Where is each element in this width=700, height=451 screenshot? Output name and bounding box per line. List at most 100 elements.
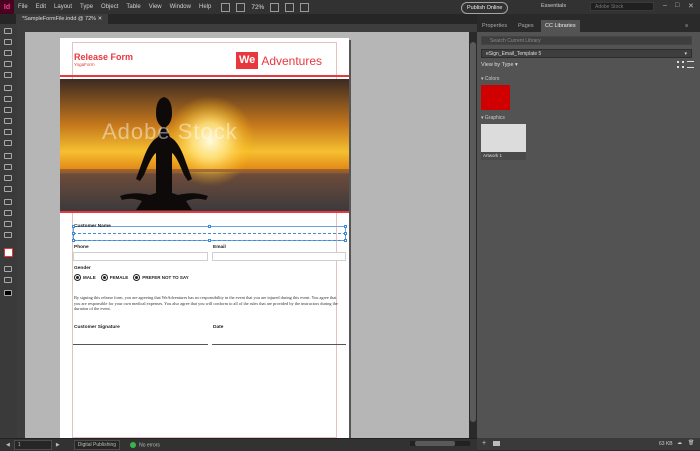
type-tool-icon[interactable] bbox=[4, 85, 12, 91]
horizontal-scrollbar[interactable] bbox=[410, 441, 470, 446]
rectangle-tool-icon[interactable] bbox=[4, 140, 12, 146]
eyedropper-tool-icon[interactable] bbox=[4, 210, 12, 216]
fill-stroke-icon[interactable] bbox=[4, 248, 13, 257]
page-number-field[interactable]: 1 bbox=[13, 440, 52, 450]
document-page[interactable]: Release Form YogaForm We Adventures Adob… bbox=[60, 38, 349, 440]
customer-name-label[interactable]: Customer Name bbox=[74, 224, 111, 229]
close-tab-icon[interactable]: ✕ bbox=[98, 16, 103, 22]
selection-handle[interactable] bbox=[72, 232, 75, 235]
preflight-status[interactable]: No errors bbox=[130, 441, 160, 448]
selection-handle[interactable] bbox=[72, 239, 75, 242]
trash-icon[interactable]: 🗑 bbox=[688, 440, 694, 446]
gender-label[interactable]: Gender bbox=[74, 266, 91, 271]
list-view-icon[interactable] bbox=[687, 61, 694, 68]
menu-file[interactable]: File bbox=[14, 4, 32, 10]
menu-help[interactable]: Help bbox=[195, 4, 215, 10]
next-page-icon[interactable]: ▶ bbox=[56, 442, 60, 448]
hand-tool-icon[interactable] bbox=[4, 221, 12, 227]
arrange-documents-icon[interactable] bbox=[300, 2, 310, 12]
selection-handle[interactable] bbox=[344, 232, 347, 235]
grid-view-icon[interactable] bbox=[677, 61, 684, 68]
content-collector-icon[interactable] bbox=[4, 72, 12, 78]
tab-cc-libraries[interactable]: CC Libraries bbox=[541, 20, 580, 32]
menu-type[interactable]: Type bbox=[76, 4, 97, 10]
hero-image[interactable]: Adobe Stock bbox=[60, 79, 349, 211]
add-content-icon[interactable]: + bbox=[482, 440, 486, 447]
workspace-switcher[interactable]: Essentials bbox=[541, 3, 566, 9]
scissors-tool-icon[interactable] bbox=[4, 153, 12, 159]
radio-prefer-not-to-say[interactable] bbox=[133, 274, 141, 281]
colors-section-header[interactable]: ▾ Colors bbox=[481, 76, 499, 82]
adobe-stock-search-input[interactable]: Adobe Stock bbox=[590, 2, 654, 11]
form-title[interactable]: Release Form bbox=[74, 52, 133, 62]
date-line[interactable] bbox=[212, 344, 346, 345]
selection-handle[interactable] bbox=[344, 225, 347, 228]
email-label[interactable]: Email bbox=[213, 245, 226, 250]
document-tab[interactable]: *SampleFormFile.indd @ 72% ✕ bbox=[16, 14, 109, 24]
radio-male[interactable] bbox=[74, 274, 81, 281]
gradient-feather-tool-icon[interactable] bbox=[4, 186, 12, 192]
horizontal-scroll-thumb[interactable] bbox=[415, 441, 455, 446]
tab-pages[interactable]: Pages bbox=[518, 20, 534, 32]
vertical-scrollbar[interactable] bbox=[469, 32, 477, 438]
menu-table[interactable]: Table bbox=[122, 4, 144, 10]
customer-signature-label[interactable]: Customer Signature bbox=[74, 325, 120, 330]
zoom-tool-icon[interactable] bbox=[4, 232, 12, 238]
phone-field[interactable] bbox=[73, 252, 208, 261]
note-tool-icon[interactable] bbox=[4, 199, 12, 205]
form-subtitle[interactable]: YogaForm bbox=[74, 62, 95, 67]
indesign-app-icon[interactable]: Id bbox=[0, 0, 14, 14]
phone-label[interactable]: Phone bbox=[74, 245, 89, 250]
graphic-thumbnail[interactable] bbox=[481, 124, 526, 152]
direct-selection-tool-icon[interactable] bbox=[4, 39, 12, 45]
screen-mode-icon[interactable] bbox=[285, 2, 295, 12]
menu-edit[interactable]: Edit bbox=[32, 4, 50, 10]
rectangle-frame-tool-icon[interactable] bbox=[4, 129, 12, 135]
bridge-icon[interactable] bbox=[221, 2, 231, 12]
email-field[interactable] bbox=[212, 252, 346, 261]
menu-object[interactable]: Object bbox=[97, 4, 122, 10]
selection-handle[interactable] bbox=[208, 225, 211, 228]
graphic-name[interactable]: Artwork 1 bbox=[481, 152, 526, 160]
menu-layout[interactable]: Layout bbox=[50, 4, 76, 10]
zoom-level[interactable]: 72% bbox=[251, 4, 264, 11]
gap-tool-icon[interactable] bbox=[4, 61, 12, 67]
signature-line[interactable] bbox=[73, 344, 208, 345]
page-tool-icon[interactable] bbox=[4, 50, 12, 56]
layout-options-icon[interactable] bbox=[236, 2, 246, 12]
view-options-icon[interactable] bbox=[270, 2, 280, 12]
minimize-icon[interactable]: – bbox=[663, 2, 667, 9]
publish-online-button[interactable]: Publish Online bbox=[461, 2, 509, 14]
color-swatch[interactable] bbox=[481, 85, 510, 110]
first-page-icon[interactable]: ◀ bbox=[6, 442, 10, 448]
preflight-profile-select[interactable]: Digital Publishing bbox=[73, 440, 121, 450]
selection-handle[interactable] bbox=[72, 225, 75, 228]
pencil-tool-icon[interactable] bbox=[4, 118, 12, 124]
graphics-section-header[interactable]: ▾ Graphics bbox=[481, 115, 505, 121]
radio-female[interactable] bbox=[100, 274, 108, 281]
formatting-affects-container-icon[interactable] bbox=[4, 266, 12, 272]
cloud-icon[interactable]: ☁ bbox=[677, 440, 682, 446]
folder-icon[interactable] bbox=[493, 441, 500, 446]
menu-view[interactable]: View bbox=[145, 4, 166, 10]
pen-tool-icon[interactable] bbox=[4, 107, 12, 113]
close-icon[interactable]: ✕ bbox=[688, 2, 694, 10]
view-by-dropdown[interactable]: View by Type ▾ bbox=[481, 62, 518, 68]
screen-mode-tool-icon[interactable] bbox=[4, 290, 12, 296]
apply-color-icon[interactable] bbox=[4, 277, 12, 283]
free-transform-tool-icon[interactable] bbox=[4, 164, 12, 170]
menu-window[interactable]: Window bbox=[166, 4, 195, 10]
library-select[interactable]: eSign_Email_Template 5 ▾ bbox=[481, 49, 692, 58]
gradient-swatch-tool-icon[interactable] bbox=[4, 175, 12, 181]
panel-menu-icon[interactable]: ≡ bbox=[685, 20, 688, 32]
disclaimer-text[interactable]: By signing this release form, you are ag… bbox=[74, 295, 338, 312]
selection-tool-icon[interactable] bbox=[4, 28, 12, 34]
tab-properties[interactable]: Properties bbox=[482, 20, 507, 32]
brand-logo[interactable]: We Adventures bbox=[236, 52, 322, 69]
vertical-scroll-thumb[interactable] bbox=[470, 42, 476, 422]
date-label[interactable]: Date bbox=[213, 325, 223, 330]
maximize-icon[interactable]: □ bbox=[675, 2, 679, 9]
selection-handle[interactable] bbox=[208, 239, 211, 242]
library-search-input[interactable]: Search Current Library bbox=[481, 36, 692, 45]
selection-handle[interactable] bbox=[344, 239, 347, 242]
